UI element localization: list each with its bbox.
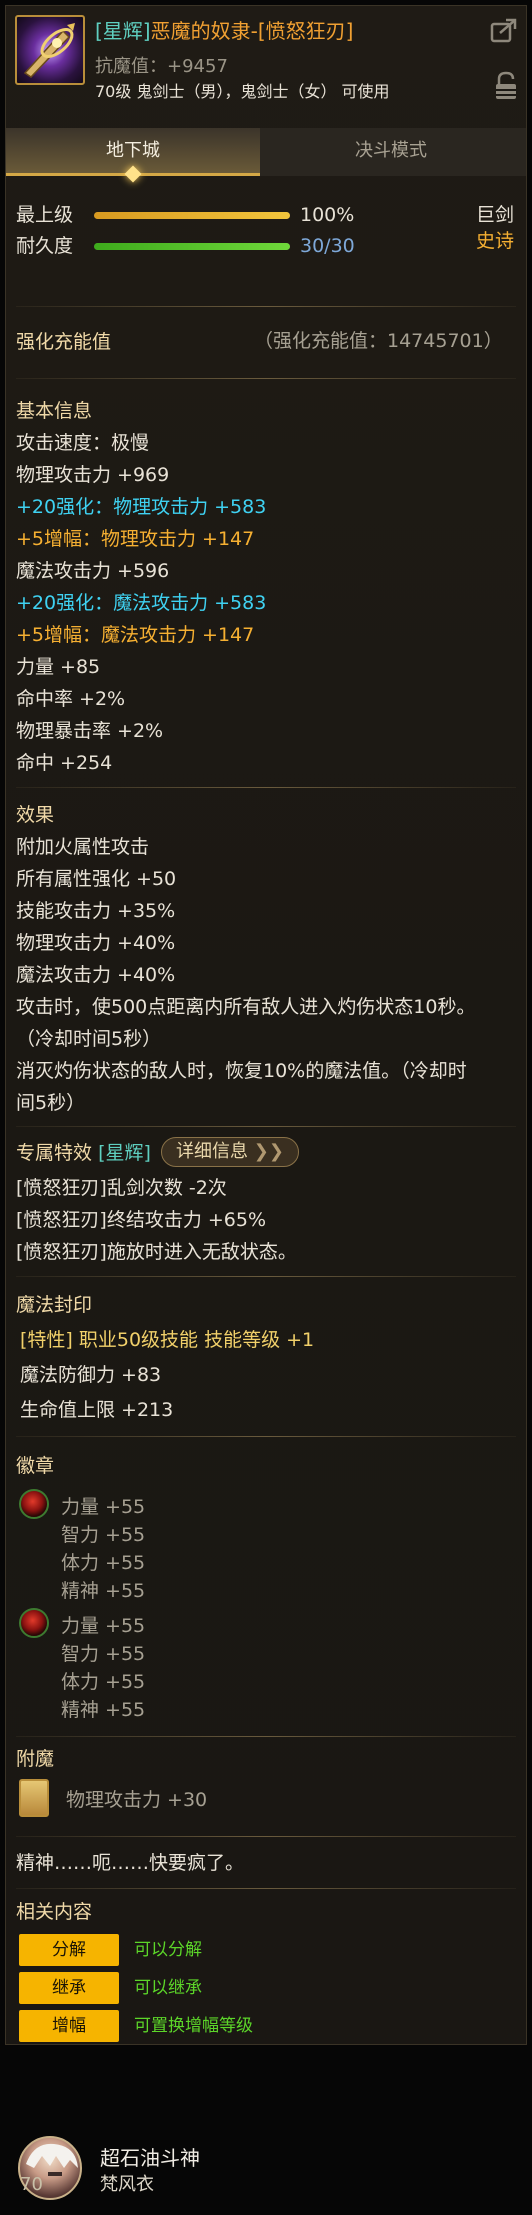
- effects-heading: 效果: [16, 804, 55, 826]
- effect-line: 物理攻击力 +40%: [16, 932, 176, 954]
- stat-line: 魔法攻击力 +596: [16, 560, 170, 582]
- red-emblem-icon: [19, 1608, 49, 1638]
- durability-value: 30/30: [300, 235, 355, 257]
- detail-info-button[interactable]: 详细信息 ❯❯: [161, 1137, 299, 1167]
- grade-bar-fill: [94, 212, 290, 219]
- dismantle-button[interactable]: 分解: [19, 1934, 119, 1966]
- emblem-heading: 徽章: [16, 1455, 55, 1477]
- rarity-tag: [星辉]: [95, 19, 151, 43]
- divider: [16, 1736, 516, 1737]
- emblem-stat: 精神 +55: [61, 1699, 146, 1721]
- effect-line: 魔法攻击力 +40%: [16, 964, 176, 986]
- item-name: 恶魔的奴隶-[愤怒狂刃]: [150, 19, 354, 43]
- character-name: 超石油斗神: [100, 2146, 200, 2170]
- enchant-stat: 物理攻击力 +30: [66, 1789, 208, 1811]
- seal-line: 魔法防御力 +83: [20, 1364, 162, 1386]
- stat-line: 命中率 +2%: [16, 688, 126, 710]
- special-heading-label: 专属特效: [16, 1142, 93, 1164]
- active-tab-marker: [124, 165, 142, 183]
- grade-value: 100%: [300, 204, 355, 226]
- emblem-stat: 智力 +55: [61, 1643, 146, 1665]
- divider: [16, 1888, 516, 1889]
- magic-seal-heading: 魔法封印: [16, 1294, 93, 1316]
- stat-line: +20强化：魔法攻击力 +583: [16, 592, 267, 614]
- red-emblem-icon: [19, 1489, 49, 1519]
- tab-duel-label: 决斗模式: [355, 140, 427, 161]
- special-line: [愤怒狂刃]终结攻击力 +65%: [16, 1209, 267, 1231]
- divider: [16, 1276, 516, 1277]
- divider: [16, 378, 516, 379]
- charge-value: （强化充能值：14745701）: [254, 330, 503, 352]
- special-line: [愤怒狂刃]施放时进入无敌状态。: [16, 1241, 297, 1263]
- emblem-stat: 精神 +55: [61, 1580, 146, 1602]
- special-line: [愤怒狂刃]乱剑次数 -2次: [16, 1177, 227, 1199]
- item-tooltip-card: [星辉]恶魔的奴隶-[愤怒狂刃] 抗魔值：+9457 70级 鬼剑士（男），鬼剑…: [5, 5, 527, 2045]
- weapon-type: 巨剑: [476, 204, 515, 226]
- seal-line: 生命值上限 +213: [20, 1399, 174, 1421]
- flavor-text: 精神……呃……快要疯了。: [16, 1852, 245, 1874]
- job-requirement: 70级 鬼剑士（男），鬼剑士（女） 可使用: [95, 82, 390, 101]
- effect-line: 所有属性强化 +50: [16, 868, 177, 890]
- special-heading: 专属特效 [星辉]: [16, 1141, 151, 1165]
- effect-line: （冷却时间5秒）: [16, 1028, 162, 1050]
- stat-line: 力量 +85: [16, 656, 101, 678]
- dismantle-status: 可以分解: [134, 1940, 202, 1960]
- effect-line: 技能攻击力 +35%: [16, 900, 176, 922]
- divider: [16, 1836, 516, 1837]
- amplify-button[interactable]: 增幅: [19, 2010, 119, 2042]
- stat-line: +5增幅：物理攻击力 +147: [16, 528, 255, 550]
- stat-line: 命中 +254: [16, 752, 113, 774]
- emblem-stat: 力量 +55: [61, 1615, 146, 1637]
- durability-label: 耐久度: [16, 235, 74, 257]
- character-footer: 70 超石油斗神 梵风衣: [0, 2050, 532, 2215]
- emblem-stat: 智力 +55: [61, 1524, 146, 1546]
- enchant-heading: 附魔: [16, 1748, 55, 1770]
- divider: [16, 1436, 516, 1437]
- share-icon[interactable]: [489, 16, 519, 46]
- effect-line: 附加火属性攻击: [16, 836, 150, 858]
- mode-tabs: 地下城 决斗模式: [6, 128, 526, 183]
- stat-line: +20强化：物理攻击力 +583: [16, 496, 267, 518]
- inherit-status: 可以继承: [134, 1978, 202, 1998]
- effect-line: 间5秒）: [16, 1092, 86, 1114]
- durability-bar-fill: [94, 243, 290, 250]
- item-header: [星辉]恶魔的奴隶-[愤怒狂刃] 抗魔值：+9457 70级 鬼剑士（男），鬼剑…: [6, 6, 526, 124]
- stat-line: 物理暴击率 +2%: [16, 720, 164, 742]
- tab-duel-mode[interactable]: 决斗模式: [264, 128, 518, 176]
- emblem-stat: 力量 +55: [61, 1496, 146, 1518]
- stat-line: 攻击速度：极慢: [16, 432, 150, 454]
- item-grade: 史诗: [476, 230, 515, 252]
- emblem-stat: 体力 +55: [61, 1671, 146, 1693]
- divider: [16, 1126, 516, 1127]
- stat-line: +5增幅：魔法攻击力 +147: [16, 624, 255, 646]
- grade-label: 最上级: [16, 204, 74, 226]
- enchant-card-icon: [19, 1779, 49, 1817]
- demon-slave-weapon-icon: [15, 15, 85, 85]
- resistance-value: 抗魔值：+9457: [95, 56, 228, 77]
- emblem-stat: 体力 +55: [61, 1552, 146, 1574]
- lock-icon[interactable]: [491, 70, 521, 100]
- divider: [16, 787, 516, 788]
- divider: [16, 306, 516, 307]
- related-heading: 相关内容: [16, 1901, 93, 1923]
- item-title: [星辉]恶魔的奴隶-[愤怒狂刃]: [95, 15, 353, 44]
- character-subtitle: 梵风衣: [100, 2174, 154, 2195]
- character-level: 70: [20, 2174, 43, 2195]
- seal-line: [特性] 职业50级技能 技能等级 +1: [20, 1329, 315, 1351]
- tab-dungeon-label: 地下城: [106, 140, 160, 161]
- charge-label: 强化充能值: [16, 331, 112, 353]
- tab-dungeon[interactable]: 地下城: [6, 128, 260, 183]
- detail-info-label: 详细信息: [176, 1141, 248, 1162]
- grade-bar: [94, 212, 290, 219]
- amplify-status: 可置换增幅等级: [134, 2016, 253, 2036]
- inherit-button[interactable]: 继承: [19, 1972, 119, 2004]
- stat-line: 物理攻击力 +969: [16, 464, 170, 486]
- effect-line: 攻击时，使500点距离内所有敌人进入灼伤状态10秒。: [16, 996, 476, 1018]
- basic-info-heading: 基本信息: [16, 400, 93, 422]
- durability-bar: [94, 243, 290, 250]
- double-chevron-right-icon: ❯❯: [253, 1141, 284, 1162]
- effect-line: 消灭灼伤状态的敌人时，恢复10%的魔法值。（冷却时: [16, 1060, 467, 1082]
- special-tag: [星辉]: [98, 1142, 151, 1164]
